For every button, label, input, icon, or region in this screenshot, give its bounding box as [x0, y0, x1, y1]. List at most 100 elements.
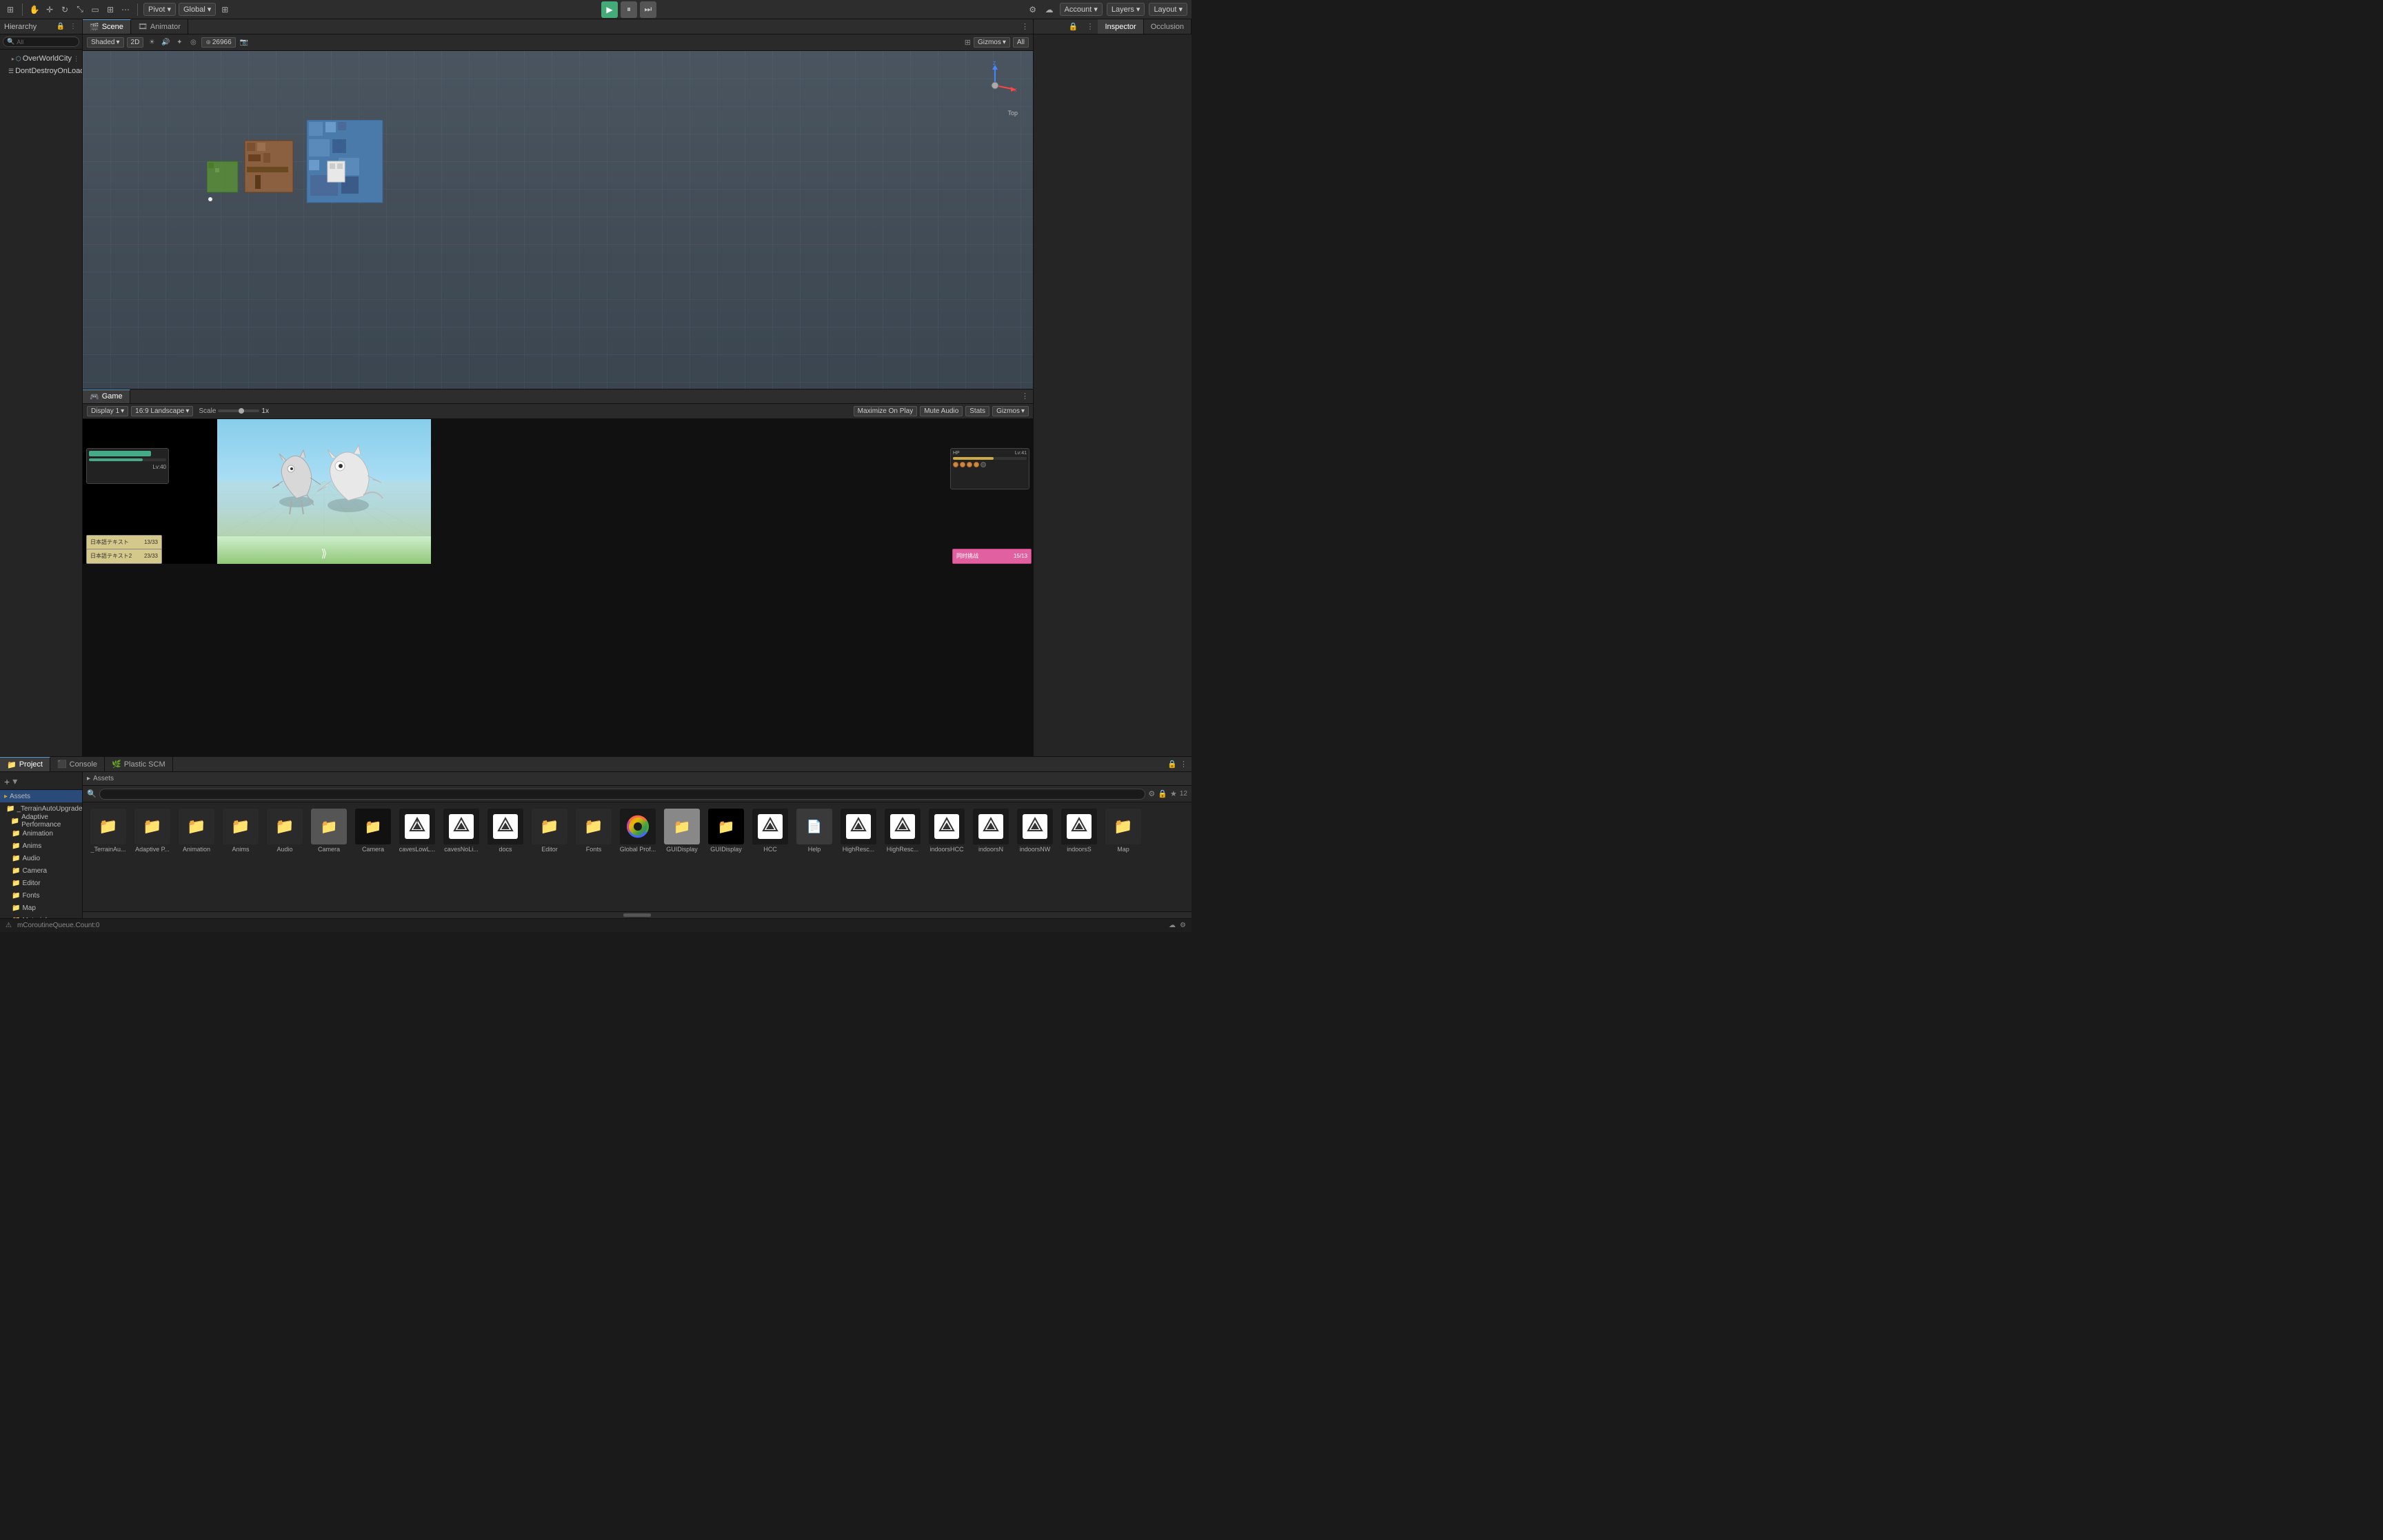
asset-item-docs[interactable]: docs [484, 807, 527, 855]
inspector-lock-icon[interactable]: 🔒 [1065, 22, 1083, 31]
layers-dropdown[interactable]: Layers ▾ [1107, 3, 1145, 16]
collab-icon[interactable]: ☁ [1169, 922, 1176, 929]
asset-item-camera1[interactable]: 📁 Camera [308, 807, 350, 855]
asset-item-indoorshcc[interactable]: indoorsHCC [925, 807, 968, 855]
inspector-tab[interactable]: Inspector [1098, 19, 1143, 34]
audio-icon[interactable]: 🔊 [160, 37, 171, 48]
add-chevron[interactable]: ▾ [12, 776, 17, 787]
asset-item-caveslow[interactable]: cavesLowL... [396, 807, 439, 855]
move-tool-icon[interactable]: ✛ [43, 3, 56, 16]
pause-button[interactable]: ⏸ [621, 1, 637, 18]
asset-item-animation[interactable]: 📁 Animation [175, 807, 218, 855]
stats-btn[interactable]: Stats [965, 406, 989, 416]
asset-item-fonts[interactable]: 📁 Fonts [572, 807, 615, 855]
asset-item-guidisplay2[interactable]: 📁 GUIDisplay [705, 807, 747, 855]
play-button[interactable]: ▶ [601, 1, 618, 18]
animator-tab[interactable]: 🎞 Animator [131, 19, 188, 34]
asset-item-map[interactable]: 📁 Map [1102, 807, 1145, 855]
search-icon[interactable]: 🔍 [87, 789, 97, 798]
custom-tool-icon[interactable]: ⋯ [119, 3, 132, 16]
view-mode-btn[interactable]: 2D [127, 37, 144, 48]
cloud-icon[interactable]: ☁ [1043, 3, 1056, 16]
asset-item-audio[interactable]: 📁 Audio [263, 807, 306, 855]
grid-snap-icon[interactable]: ⊞ [965, 38, 971, 47]
horizontal-scrollbar[interactable] [83, 911, 1192, 918]
settings-icon2[interactable]: ⚙ [1180, 922, 1186, 929]
hand-tool-icon[interactable]: ✋ [28, 3, 41, 16]
gizmos-dropdown[interactable]: Gizmos ▾ [974, 37, 1010, 48]
project-item-animation[interactable]: 📁 Animation [0, 827, 82, 840]
asset-search-input[interactable] [99, 789, 1146, 800]
project-item-fonts[interactable]: 📁 Fonts [0, 889, 82, 902]
display-dropdown[interactable]: Display 1 ▾ [87, 406, 128, 416]
step-button[interactable]: ⏭ [640, 1, 656, 18]
pivot-dropdown[interactable]: Pivot ▾ [143, 3, 176, 16]
project-item-audio[interactable]: 📁 Audio [0, 852, 82, 864]
asset-item-camera2[interactable]: 📁 Camera [352, 807, 394, 855]
inspector-more-icon[interactable]: ⋮ [1082, 22, 1098, 31]
hierarchy-item-dontdestroy[interactable]: ▸ ☰ DontDestroyOnLoad [0, 65, 82, 77]
game-gizmos-dropdown[interactable]: Gizmos ▾ [992, 406, 1029, 416]
lock-icon2[interactable]: 🔒 [1158, 789, 1167, 798]
star-icon[interactable]: ★ [1170, 789, 1177, 798]
asset-item-terrainauto[interactable]: 📁 _TerrainAu... [87, 807, 130, 855]
asset-item-highresc1[interactable]: HighResc... [837, 807, 880, 855]
asset-item-help[interactable]: 📄 Help [793, 807, 836, 855]
effects-icon[interactable]: ✦ [174, 37, 185, 48]
scene-tab-menu[interactable]: ⋮ [1017, 22, 1033, 31]
project-tab[interactable]: 📁 Project [0, 757, 50, 771]
hierarchy-lock-icon[interactable]: 🔒 [56, 22, 66, 32]
camera-icon[interactable]: 📷 [239, 37, 250, 48]
hierarchy-item-menu[interactable]: ⋮ [73, 55, 79, 63]
asset-item-indoorss[interactable]: indoorsS [1058, 807, 1100, 855]
asset-item-indoorsn[interactable]: indoorsN [969, 807, 1012, 855]
pink-action-btn[interactable]: 同时挑战 15/13 [952, 549, 1032, 564]
asset-item-hcc[interactable]: HCC [749, 807, 792, 855]
asset-item-highresc2[interactable]: HighResc... [881, 807, 924, 855]
asset-item-globalprof[interactable]: Global Prof... [616, 807, 659, 855]
scale-tool-icon[interactable]: ⤡ [74, 3, 86, 16]
bottom-menu-icon[interactable]: ⋮ [1180, 760, 1187, 769]
project-item-assets[interactable]: ▸ Assets [0, 790, 82, 802]
asset-item-cavesnoli[interactable]: cavesNoLi... [440, 807, 483, 855]
plastic-scm-tab[interactable]: 🌿 Plastic SCM [105, 757, 173, 771]
hierarchy-item-overworldcity[interactable]: ▸ ⬡ OverWorldCity ⋮ [0, 52, 82, 65]
scene-tab[interactable]: 🎬 Scene [83, 19, 131, 34]
transform-tool-icon[interactable]: ⊞ [104, 3, 117, 16]
shading-dropdown[interactable]: Shaded ▾ [87, 37, 124, 48]
scene-view-icon[interactable]: ◎ [188, 37, 199, 48]
filter-icon[interactable]: ⚙ [1148, 789, 1155, 798]
settings-icon[interactable]: ⚙ [1027, 3, 1039, 16]
hierarchy-menu-icon[interactable]: ⋮ [68, 22, 78, 32]
scale-slider[interactable] [218, 409, 259, 412]
project-item-camera[interactable]: 📁 Camera [0, 864, 82, 877]
maximize-on-play-btn[interactable]: Maximize On Play [854, 406, 918, 416]
console-tab[interactable]: ⬛ Console [50, 757, 105, 771]
rect-tool-icon[interactable]: ▭ [89, 3, 101, 16]
scene-view[interactable]: Z X Top [83, 51, 1033, 389]
asset-item-guidisplay1[interactable]: 📁 GUIDisplay [661, 807, 703, 855]
asset-item-indoorsnw[interactable]: indoorsNW [1014, 807, 1056, 855]
account-dropdown[interactable]: Account ▾ [1060, 3, 1103, 16]
project-item-map[interactable]: 📁 Map [0, 902, 82, 914]
layout-dropdown[interactable]: Layout ▾ [1149, 3, 1187, 16]
bottom-lock-icon[interactable]: 🔒 [1167, 760, 1177, 769]
project-item-materials[interactable]: 📁 Materials [0, 914, 82, 918]
project-item-editor[interactable]: 📁 Editor [0, 877, 82, 889]
grid-icon[interactable]: ⊞ [219, 3, 231, 16]
game-tab-menu[interactable]: ⋮ [1017, 392, 1033, 401]
project-item-adaptive[interactable]: 📁 Adaptive Performance [0, 815, 82, 827]
aspect-dropdown[interactable]: 16:9 Landscape ▾ [131, 406, 193, 416]
rotate-tool-icon[interactable]: ↻ [59, 3, 71, 16]
global-dropdown[interactable]: Global ▾ [179, 3, 216, 16]
light-icon[interactable]: ☀ [146, 37, 157, 48]
occlusion-tab[interactable]: Occlusion [1144, 19, 1192, 34]
game-tab[interactable]: 🎮 Game [83, 389, 130, 403]
asset-item-editor[interactable]: 📁 Editor [528, 807, 571, 855]
asset-item-anims[interactable]: 📁 Anims [219, 807, 262, 855]
all-dropdown[interactable]: All [1013, 37, 1029, 48]
mute-audio-btn[interactable]: Mute Audio [920, 406, 963, 416]
add-button[interactable]: + [4, 776, 10, 787]
project-item-anims[interactable]: 📁 Anims [0, 840, 82, 852]
asset-item-adaptive[interactable]: 📁 Adaptive P... [131, 807, 174, 855]
